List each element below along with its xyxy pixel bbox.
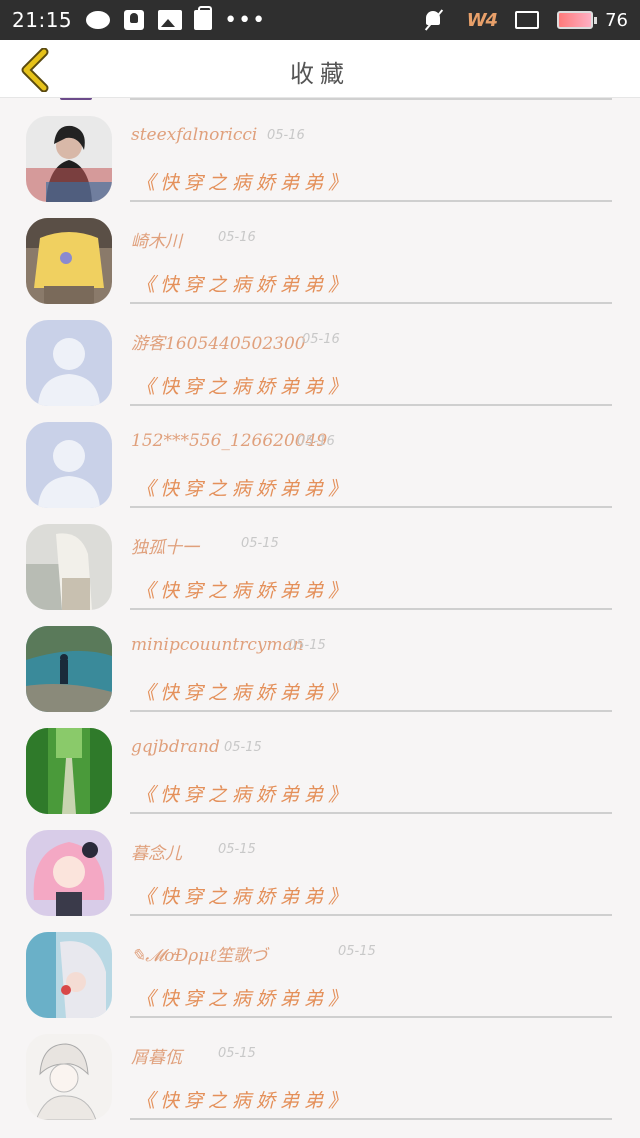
date: 05-15 <box>288 638 326 653</box>
avatar[interactable] <box>26 1034 112 1120</box>
avatar[interactable] <box>26 320 112 406</box>
battery-icon <box>557 11 598 29</box>
default-avatar-icon <box>26 422 112 508</box>
nickname[interactable]: minipcouuntrcyman <box>131 635 304 655</box>
row-divider <box>130 1118 612 1120</box>
image-notification-icon <box>158 10 183 30</box>
nickname[interactable]: steexfalnoricci <box>131 125 257 145</box>
list-item[interactable]: 独孤十一 05-15 《快穿之病娇弟弟》 <box>0 506 640 610</box>
date: 05-16 <box>218 230 256 245</box>
book-title-link[interactable]: 《快穿之病娇弟弟》 <box>136 1086 352 1113</box>
nickname[interactable]: 屑暮佤 <box>131 1043 182 1068</box>
avatar[interactable] <box>26 728 112 814</box>
page-title: 收藏 <box>290 60 350 88</box>
date: 05-15 <box>241 536 279 551</box>
book-title-link[interactable]: 《快穿之病娇弟弟》 <box>136 270 352 297</box>
sim-icon <box>515 11 540 29</box>
date: 05-15 <box>338 944 376 959</box>
list-item[interactable]: minipcouuntrcyman 05-15 《快穿之病娇弟弟》 <box>0 608 640 712</box>
list-item[interactable]: 游客1605440502300 05-16 《快穿之病娇弟弟》 <box>0 302 640 406</box>
book-title-link[interactable]: 《快穿之病娇弟弟》 <box>136 780 352 807</box>
favorites-list: steexfalnoricci 05-16 《快穿之病娇弟弟》 崎木川 05-1… <box>0 98 640 1138</box>
list-item[interactable]: gqjbdrand 05-15 《快穿之病娇弟弟》 <box>0 710 640 814</box>
battery-percentage: 76 <box>605 9 628 31</box>
list-item[interactable]: steexfalnoricci 05-16 《快穿之病娇弟弟》 <box>0 98 640 202</box>
avatar-anime-sketch-icon <box>26 1034 112 1120</box>
avatar[interactable] <box>26 932 112 1018</box>
date: 05-15 <box>218 842 256 857</box>
book-title-link[interactable]: 《快穿之病娇弟弟》 <box>136 474 352 501</box>
date: 05-16 <box>267 128 305 143</box>
list-item[interactable]: 152***556_126620049 05-16 《快穿之病娇弟弟》 <box>0 404 640 508</box>
book-title-link[interactable]: 《快穿之病娇弟弟》 <box>136 678 352 705</box>
avatar-seaside-icon <box>26 626 112 712</box>
app-root: 21:15 ••• W4 76 收藏 steexfalnoricci 05-16… <box>0 0 640 1138</box>
book-title-link[interactable]: 《快穿之病娇弟弟》 <box>136 882 352 909</box>
avatar-anime-boy-icon <box>26 932 112 1018</box>
more-notifications-icon: ••• <box>224 7 267 33</box>
avatar[interactable] <box>26 218 112 304</box>
list-item[interactable]: 屑暮佤 05-15 《快穿之病娇弟弟》 <box>0 1016 640 1120</box>
date: 05-15 <box>218 1046 256 1061</box>
avatar[interactable] <box>26 422 112 508</box>
nickname[interactable]: 崎木川 <box>131 227 182 252</box>
avatar-anime-pink-icon <box>26 830 112 916</box>
avatar-yellow-shirt-icon <box>26 218 112 304</box>
nav-bar: 收藏 <box>0 40 640 98</box>
book-title-link[interactable]: 《快穿之病娇弟弟》 <box>136 984 352 1011</box>
avatar[interactable] <box>26 830 112 916</box>
nickname[interactable]: ✎𝓜ơĐρμℓ笙歌づ <box>131 941 267 966</box>
default-avatar-icon <box>26 320 112 406</box>
list-item[interactable]: 暮念儿 05-15 《快穿之病娇弟弟》 <box>0 812 640 916</box>
avatar[interactable] <box>26 626 112 712</box>
wifi-icon: W4 <box>466 9 498 31</box>
date: 05-15 <box>224 740 262 755</box>
chat-notification-icon <box>86 11 111 29</box>
avatar-person-white-icon <box>26 524 112 610</box>
date: 05-16 <box>302 332 340 347</box>
list-item[interactable]: 崎木川 05-16 《快穿之病娇弟弟》 <box>0 200 640 304</box>
nickname[interactable]: 游客1605440502300 <box>131 329 306 354</box>
avatar[interactable] <box>26 524 112 610</box>
avatar[interactable] <box>26 116 112 202</box>
book-title-link[interactable]: 《快穿之病娇弟弟》 <box>136 372 352 399</box>
status-bar: 21:15 ••• W4 76 <box>0 0 640 40</box>
book-title-link[interactable]: 《快穿之病娇弟弟》 <box>136 576 352 603</box>
mute-icon <box>423 9 445 31</box>
date: 05-16 <box>297 434 335 449</box>
list-item[interactable]: ✎𝓜ơĐρμℓ笙歌づ 05-15 《快穿之病娇弟弟》 <box>0 914 640 1018</box>
book-title-link[interactable]: 《快穿之病娇弟弟》 <box>136 168 352 195</box>
avatar-girl-photo-icon <box>26 116 112 202</box>
nickname[interactable]: gqjbdrand <box>131 737 220 757</box>
status-time: 21:15 <box>12 8 73 32</box>
nickname[interactable]: 独孤十一 <box>131 533 199 558</box>
qq-notification-icon <box>124 10 145 30</box>
nickname[interactable]: 暮念儿 <box>131 839 182 864</box>
shopping-bag-icon <box>194 6 213 30</box>
status-right: W4 76 <box>423 9 628 31</box>
avatar-garden-path-icon <box>26 728 112 814</box>
